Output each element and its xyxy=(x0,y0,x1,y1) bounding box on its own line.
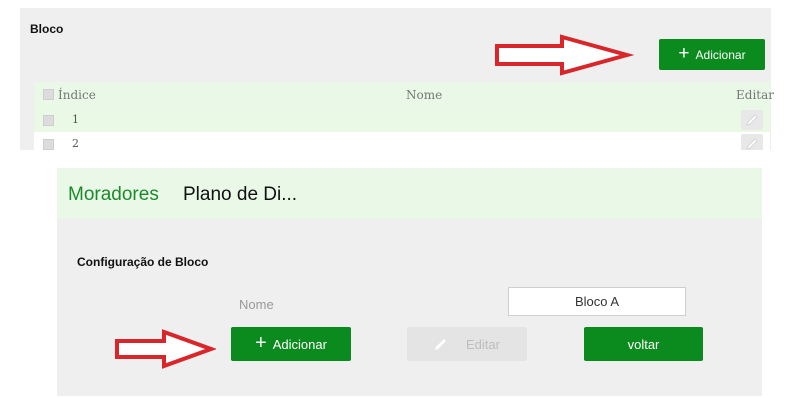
row-edit-button[interactable] xyxy=(741,134,763,150)
tab-bar: Moradores Plano de Di... xyxy=(57,168,762,219)
section-title: Configuração de Bloco xyxy=(77,255,209,269)
bloco-table: Índice Nome Editar 1 2 xyxy=(34,80,774,150)
table-header: Índice Nome Editar xyxy=(34,82,774,108)
column-header-index: Índice xyxy=(58,88,96,102)
table-row[interactable]: 1 xyxy=(34,108,770,132)
row-checkbox[interactable] xyxy=(43,115,54,126)
bloco-panel: Bloco + Adicionar Índice Nome Editar 1 2 xyxy=(20,8,774,150)
pencil-icon xyxy=(746,114,758,126)
name-input[interactable] xyxy=(508,287,686,316)
row-index: 2 xyxy=(72,137,79,150)
add-button-label: Adicionar xyxy=(272,336,327,352)
add-button[interactable]: + Adicionar xyxy=(231,327,351,361)
name-field-label: Nome xyxy=(239,297,274,312)
section-title: Bloco xyxy=(30,22,64,36)
row-edit-button[interactable] xyxy=(741,110,763,130)
column-header-name: Nome xyxy=(406,88,443,102)
table-row[interactable]: 2 xyxy=(34,132,770,150)
back-button[interactable]: voltar xyxy=(584,327,703,361)
column-header-edit: Editar xyxy=(736,88,774,102)
row-index: 1 xyxy=(72,113,79,126)
select-all-checkbox[interactable] xyxy=(43,89,54,100)
plus-icon: + xyxy=(678,43,690,64)
row-checkbox[interactable] xyxy=(43,139,54,150)
annotation-arrow-icon xyxy=(115,329,216,369)
add-bloco-button[interactable]: + Adicionar xyxy=(659,39,765,70)
tab-moradores[interactable]: Moradores xyxy=(68,184,159,206)
pencil-icon xyxy=(435,339,447,350)
pencil-icon xyxy=(746,138,758,150)
plus-icon: + xyxy=(255,332,267,354)
tab-plano-de-discagem[interactable]: Plano de Di... xyxy=(183,184,297,206)
add-button-label: Adicionar xyxy=(695,47,746,62)
annotation-arrow-icon xyxy=(495,34,634,76)
edit-button-label: Editar xyxy=(466,336,500,352)
edit-button[interactable]: Editar xyxy=(407,327,527,361)
